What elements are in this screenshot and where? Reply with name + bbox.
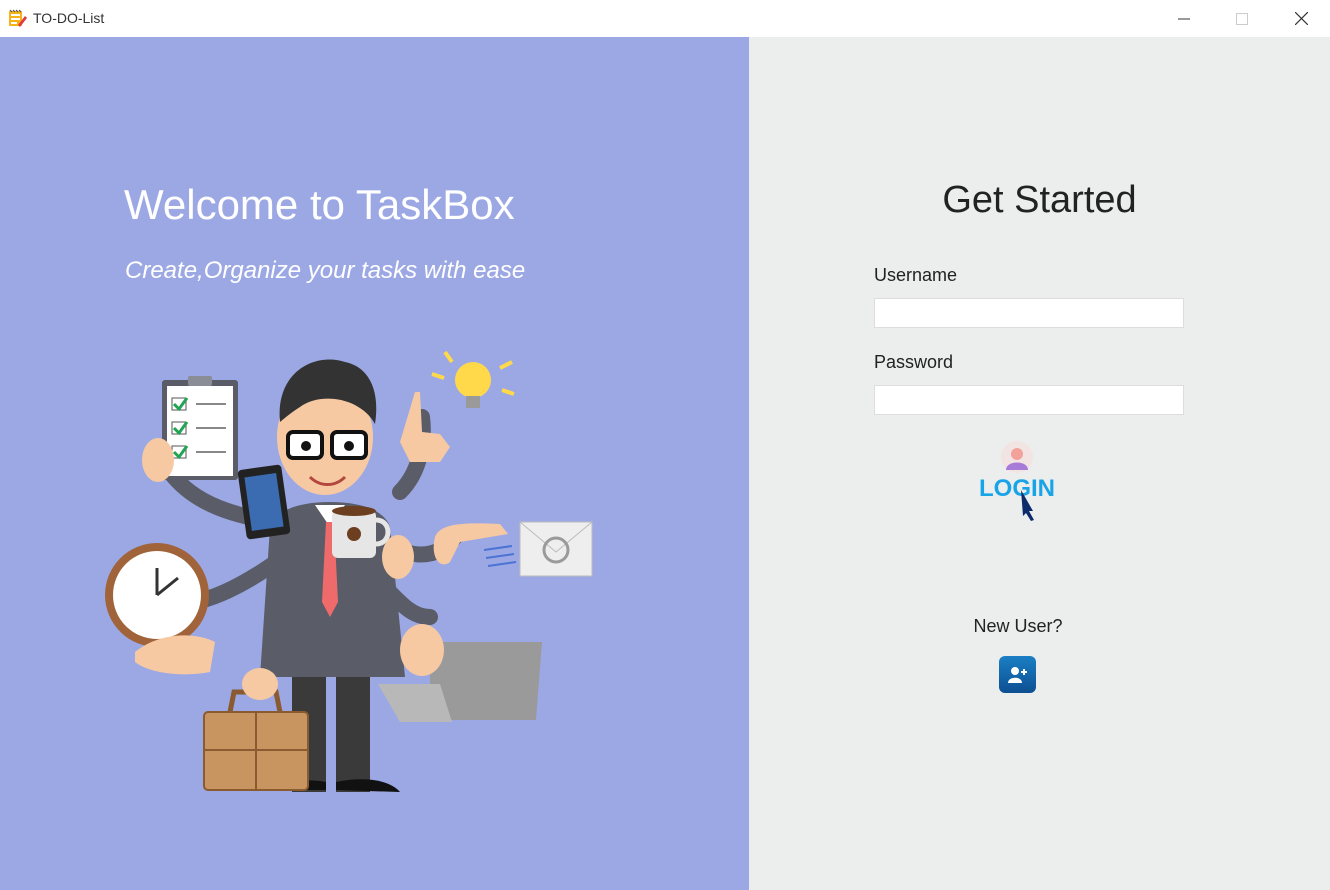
notepad-pencil-icon [7, 8, 27, 28]
username-input[interactable] [874, 298, 1184, 328]
title-bar: TO-DO-List [0, 0, 1330, 37]
smartphone-icon [237, 464, 291, 540]
login-panel: Get Started Username Password LOGIN New … [749, 37, 1330, 890]
minimize-icon [1178, 18, 1190, 19]
maximize-icon [1236, 12, 1248, 25]
close-button[interactable] [1272, 0, 1330, 37]
password-input[interactable] [874, 385, 1184, 415]
username-label: Username [874, 265, 958, 285]
user-avatar-icon [1001, 441, 1033, 473]
multitasking-businessman-illustration [105, 350, 593, 792]
add-user-button[interactable] [999, 656, 1036, 693]
minimize-button[interactable] [1155, 0, 1213, 37]
welcome-tagline: Create,Organize your tasks with ease [125, 257, 526, 284]
password-label: Password [874, 352, 954, 372]
email-envelope-icon [519, 521, 593, 577]
login-button-text: LOGIN [979, 475, 1055, 502]
close-icon [1294, 12, 1308, 25]
window-title: TO-DO-List [33, 10, 105, 26]
lightbulb-icon [431, 350, 515, 408]
welcome-panel: Welcome to TaskBox Create,Organize your … [0, 37, 749, 890]
clock-icon [105, 543, 209, 647]
login-button[interactable]: LOGIN [976, 440, 1058, 522]
new-user-label: New User? [973, 616, 1063, 636]
maximize-button[interactable] [1213, 0, 1271, 37]
add-user-icon [1007, 666, 1027, 683]
welcome-title: Welcome to TaskBox [124, 181, 515, 228]
login-heading: Get Started [942, 179, 1137, 221]
